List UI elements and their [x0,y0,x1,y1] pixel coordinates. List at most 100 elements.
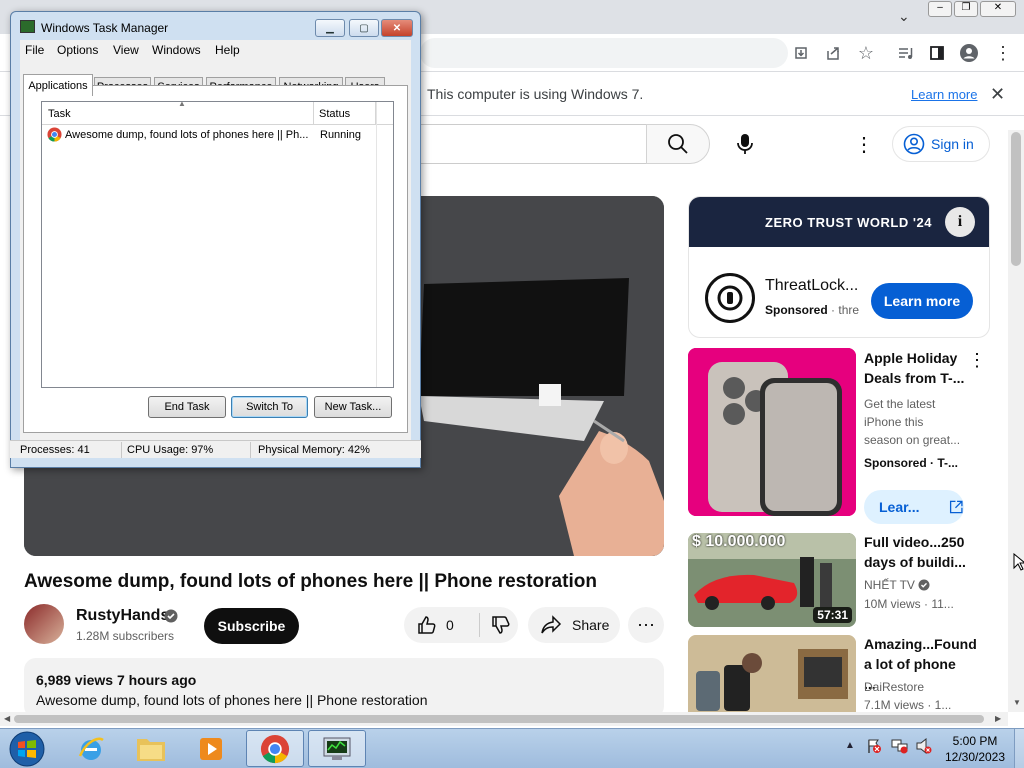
share-icon[interactable] [820,40,846,66]
rec-channel-name: NHẾT TV [864,578,915,592]
rec-meta: 10M views · 11... [864,597,954,611]
menu-options[interactable]: Options [57,43,98,57]
task-manager-icon [323,737,351,760]
ad-advertiser-name: ThreatLock... [765,277,859,294]
search-button[interactable] [646,124,710,164]
infobar-close-icon[interactable]: ✕ [990,84,1005,105]
rec-thumbnail[interactable]: $ 10.000.000 57:31 [688,533,856,627]
network-icon[interactable] [891,738,909,754]
task-list-header: Task ▲ Status [42,99,393,125]
tm-statusbar: Processes: 41 CPU Usage: 97% Physical Me… [10,440,421,458]
tm-close-button[interactable]: ✕ [381,19,413,37]
verified-icon [918,579,930,591]
side-panel-icon[interactable] [924,40,950,66]
show-hidden-icons-arrow[interactable]: ▲ [845,740,855,751]
menu-windows[interactable]: Windows [152,43,201,57]
sponsor-domain: thre [838,303,860,317]
menu-file[interactable]: File [25,43,44,57]
channel-avatar[interactable] [24,604,64,644]
rec-thumbnail[interactable] [688,348,856,516]
column-status[interactable]: Status [314,102,376,124]
column-divider [376,102,377,387]
horizontal-scroll-thumb[interactable] [14,715,984,723]
folder-icon [137,738,165,761]
tm-body: Applications Processes Services Performa… [20,60,411,451]
rec-title[interactable]: Apple Holiday Deals from T-... [864,348,968,388]
description-text: Awesome dump, found lots of phones here … [36,692,428,708]
internet-explorer-taskbar-button[interactable] [62,730,120,767]
profile-icon[interactable] [956,40,982,66]
install-icon[interactable] [788,40,814,66]
media-control-icon[interactable] [892,40,918,66]
share-button[interactable]: Share [528,607,620,643]
ad-info-icon[interactable]: i [945,207,975,237]
tm-minimize-button[interactable]: ▁ [315,19,345,37]
rec-learn-more-button[interactable]: Lear... [864,490,964,524]
iphone-image [688,348,856,516]
vertical-scroll-thumb[interactable] [1011,132,1021,266]
ad-card[interactable]: ZERO TRUST WORLD '24 i ThreatLock... Spo… [688,196,990,338]
scroll-left-arrow-icon[interactable]: ◀ [4,714,10,723]
task-status: Running [320,129,361,141]
tm-maximize-button[interactable]: ▢ [349,19,379,37]
rec-menu-icon[interactable]: ⋮ [968,350,986,371]
clock-time: 5:00 PM [952,734,998,748]
share-label: Share [572,617,610,633]
windows-start-icon [9,731,45,766]
sign-in-label: Sign in [931,136,974,152]
more-actions-button[interactable]: ⋯ [628,607,664,643]
minimize-icon[interactable]: – [928,1,952,17]
scroll-right-arrow-icon[interactable]: ▶ [995,714,1001,723]
dislike-button[interactable] [480,614,512,636]
rec-thumb-overlay: $ 10.000.000 [692,533,786,550]
tab-applications[interactable]: Applications [23,74,93,96]
new-task-button[interactable]: New Task... [314,396,392,418]
rec-thumbnail[interactable] [688,635,856,712]
rec-meta: Sponsored · T-... [864,456,959,470]
taskbar-clock[interactable]: 5:00 PM 12/30/2023 [940,733,1010,765]
thumbs-down-icon [492,616,510,634]
status-processes: Processes: 41 [20,444,90,456]
share-arrow-icon [541,615,562,634]
chrome-menu-icon[interactable]: ⋮ [990,40,1016,66]
restore-icon[interactable]: ❐ [954,1,978,17]
rec-channel: NHẾT TV [864,578,930,592]
end-task-button[interactable]: End Task [148,396,226,418]
explorer-taskbar-button[interactable] [122,730,180,767]
chrome-taskbar-button[interactable] [246,730,304,767]
status-cpu: CPU Usage: 97% [127,444,214,456]
sign-in-button[interactable]: Sign in [892,126,990,162]
tab-search-icon[interactable]: ⌄ [898,8,910,25]
task-manager-taskbar-button[interactable] [308,730,366,767]
show-desktop-button[interactable] [1014,729,1024,768]
search-icon [668,134,688,154]
address-bar[interactable] [420,38,788,68]
close-window-icon[interactable]: ✕ [980,1,1016,17]
task-list[interactable]: Task ▲ Status Awesome dump, found lots o… [41,99,394,388]
learn-more-link[interactable]: Learn more [911,87,977,102]
like-dislike-group: 0 [404,607,518,643]
menu-view[interactable]: View [113,43,139,57]
media-player-taskbar-button[interactable] [182,730,240,767]
search-input[interactable] [420,124,646,164]
sponsored-text: Sponsored [765,303,828,317]
ad-learn-more-button[interactable]: Learn more [871,283,973,319]
description-box[interactable] [24,658,664,718]
status-divider [121,442,122,458]
switch-to-button[interactable]: Switch To [231,396,308,418]
start-button[interactable] [0,730,54,767]
subscribe-button[interactable]: Subscribe [204,608,299,644]
menu-help[interactable]: Help [215,43,240,57]
bookmark-star-icon[interactable]: ☆ [853,40,879,66]
rec-title[interactable]: Full video...250 days of buildi... [864,532,968,572]
task-manager-title: Windows Task Manager [41,21,169,35]
channel-name[interactable]: RustyHands [76,607,169,625]
scroll-down-arrow-icon[interactable]: ▼ [1013,698,1021,707]
volume-muted-icon[interactable] [915,738,933,754]
voice-search-button[interactable] [724,124,766,164]
rec-channel: DaiRestore [864,680,925,694]
like-button[interactable]: 0 [404,613,480,637]
settings-menu-icon[interactable]: ⋮ [852,128,876,160]
action-center-flag-icon[interactable] [866,738,882,754]
task-row[interactable]: Awesome dump, found lots of phones here … [46,126,391,144]
